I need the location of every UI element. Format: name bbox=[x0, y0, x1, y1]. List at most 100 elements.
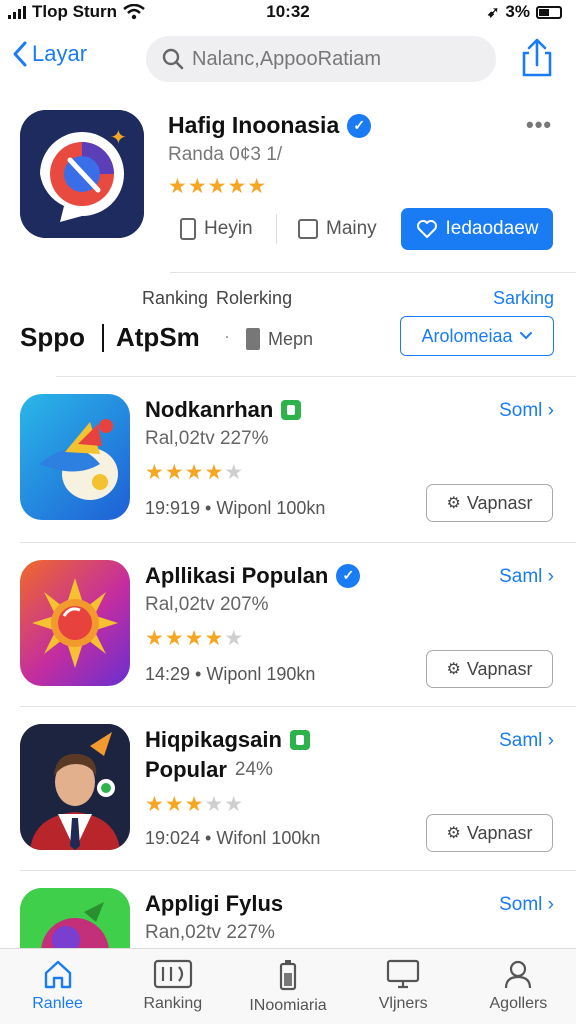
category-dropdown[interactable]: Arolomeiaa bbox=[400, 316, 554, 356]
signal-icon bbox=[8, 5, 26, 19]
share-icon[interactable] bbox=[518, 38, 556, 78]
brand-mepn[interactable]: Mepn bbox=[246, 328, 313, 350]
app-name-row: Apllikasi Populan ✓ bbox=[145, 562, 361, 589]
install-button[interactable]: ⚙ Vapnasr bbox=[426, 814, 553, 852]
bird-icon bbox=[40, 419, 118, 500]
app-name-line-2: Popular 24% bbox=[145, 756, 273, 783]
battery-icon bbox=[279, 960, 297, 991]
install-button[interactable]: ⚙ Vapnasr bbox=[426, 484, 553, 522]
app-name: Apllikasi Populan bbox=[145, 563, 329, 588]
ranking-icon bbox=[153, 959, 192, 989]
featured-rating-stars: ★★★★★ bbox=[168, 175, 268, 198]
app-icon[interactable] bbox=[20, 724, 130, 850]
battery-percent: 3% bbox=[505, 2, 530, 21]
ranking-link[interactable]: Sarking bbox=[493, 288, 554, 309]
install-button-label: Vapnasr bbox=[466, 658, 533, 679]
brand-appsm[interactable]: AtpSm bbox=[116, 322, 200, 353]
tab-ranlee[interactable]: Ranlee bbox=[0, 949, 115, 1024]
app-name: Appligi Fylus bbox=[145, 891, 284, 916]
divider bbox=[56, 376, 576, 377]
app-meta: 19:919 • Wiponl 100kn bbox=[145, 498, 326, 518]
featured-app-icon[interactable]: ✦ bbox=[20, 110, 144, 238]
person-icon bbox=[505, 960, 532, 989]
verified-badge-icon: ✓ bbox=[336, 563, 361, 588]
person-portrait-icon bbox=[20, 724, 130, 850]
rating-stars: ★★★★★ bbox=[145, 793, 245, 816]
tab-label: Vljners bbox=[378, 995, 428, 1012]
app-meta: 19:024 • Wifonl 100kn bbox=[145, 828, 321, 848]
svg-text:✦: ✦ bbox=[110, 125, 127, 149]
divider bbox=[276, 214, 277, 244]
featured-app-subtitle: Randa 0¢3 1/ bbox=[168, 144, 283, 165]
ranking-label: Ranking bbox=[142, 288, 209, 308]
see-link[interactable]: Soml › bbox=[499, 894, 554, 916]
featured-app-title: Hafig Inoonasia bbox=[168, 112, 340, 138]
tab-ranking[interactable]: Ranking bbox=[115, 949, 230, 1024]
app-icon[interactable] bbox=[20, 560, 130, 686]
hero-secondary-button-1[interactable]: Heyin bbox=[180, 208, 253, 250]
gear-icon: ⚙ bbox=[446, 661, 461, 678]
hero-button-1-label: Heyin bbox=[204, 218, 253, 239]
install-button-label: Vapnasr bbox=[466, 822, 533, 843]
list-item[interactable]: Hiqpikagsain Popular 24% ★★★★★ 19:024 • … bbox=[0, 724, 576, 874]
location-icon: ➹ bbox=[486, 4, 500, 21]
see-link[interactable]: Saml › bbox=[499, 730, 554, 752]
app-name-row: Hiqpikagsain bbox=[145, 726, 310, 753]
list-item[interactable]: Apllikasi Populan ✓ Ral,02tv 207% ★★★★★ … bbox=[0, 560, 576, 710]
list-item[interactable]: Nodkanrhan Ral,02tv 227% ★★★★★ 19:919 • … bbox=[0, 394, 576, 544]
app-name-row: Appligi Fylus bbox=[145, 890, 283, 917]
rating-stars: ★★★★★ bbox=[145, 461, 245, 484]
divider bbox=[170, 272, 576, 273]
back-button[interactable]: Layar bbox=[12, 40, 87, 68]
search-icon bbox=[162, 48, 184, 70]
ranking-filter-row: Sppo AtpSm · Mepn Arolomeiaa bbox=[0, 316, 576, 360]
battery-icon bbox=[536, 5, 562, 19]
separator-dot: · bbox=[224, 326, 230, 346]
chevron-down-icon bbox=[519, 332, 532, 340]
search-field[interactable]: Nalanc,AppooRatiam bbox=[146, 36, 496, 82]
app-subtitle: Ral,02tv 227% bbox=[145, 428, 269, 449]
tab-agollers[interactable]: Agollers bbox=[461, 949, 576, 1024]
divider bbox=[20, 706, 576, 707]
install-button[interactable]: ⚙ Vapnasr bbox=[426, 650, 553, 688]
see-link[interactable]: Soml › bbox=[499, 400, 554, 422]
verified-badge-icon: ✓ bbox=[347, 113, 372, 138]
tab-vljners[interactable]: Vljners bbox=[346, 949, 461, 1024]
display-icon bbox=[387, 959, 420, 989]
rating-stars: ★★★★★ bbox=[145, 627, 245, 650]
app-name: Hiqpikagsain bbox=[145, 727, 282, 752]
list-item[interactable]: Appligi Fylus Ran,02tv 227% Soml › bbox=[0, 888, 576, 948]
brand-sppo[interactable]: Sppo bbox=[20, 322, 85, 353]
nav-bar: Layar Nalanc,AppooRatiam bbox=[0, 34, 576, 84]
app-icon[interactable] bbox=[20, 888, 130, 948]
install-button-label: Vapnasr bbox=[466, 492, 533, 513]
tab-inoomiaria[interactable]: INoomiaria bbox=[230, 949, 345, 1024]
gear-icon: ⚙ bbox=[446, 825, 461, 842]
battery-icon bbox=[246, 328, 260, 350]
app-name: Nodkanrhan bbox=[145, 397, 274, 422]
hero-secondary-button-2[interactable]: Mainy bbox=[298, 208, 377, 250]
more-options-icon[interactable]: ••• bbox=[526, 112, 552, 138]
shield-icon bbox=[289, 729, 310, 750]
shield-icon bbox=[281, 399, 302, 420]
home-icon bbox=[44, 960, 71, 989]
device-icon bbox=[298, 219, 318, 239]
app-meta: 14:29 • Wiponl 190kn bbox=[145, 664, 316, 684]
app-subtitle: Ral,02tv 207% bbox=[145, 594, 269, 615]
hero-button-2-label: Mainy bbox=[326, 218, 377, 239]
see-link[interactable]: Saml › bbox=[499, 566, 554, 588]
app-icon[interactable] bbox=[20, 394, 130, 520]
divider bbox=[20, 542, 576, 543]
wifi-icon bbox=[123, 4, 145, 20]
get-button[interactable]: Iedaodaew bbox=[401, 208, 553, 250]
tab-label: Agollers bbox=[489, 995, 548, 1012]
sun-icon bbox=[32, 578, 118, 668]
featured-app: ✦ Hafig Inoonasia ✓ Randa 0¢3 1/ ★★★★★ •… bbox=[0, 108, 576, 268]
tab-label: Ranlee bbox=[32, 995, 83, 1012]
rolerking-label: Rolerking bbox=[216, 288, 293, 308]
chat-gauge-icon: ✦ bbox=[20, 110, 144, 238]
divider bbox=[102, 324, 104, 352]
app-name-2-suffix: 24% bbox=[234, 759, 273, 780]
app-subtitle: Ran,02tv 227% bbox=[145, 922, 275, 943]
dropdown-label: Arolomeiaa bbox=[421, 325, 513, 346]
